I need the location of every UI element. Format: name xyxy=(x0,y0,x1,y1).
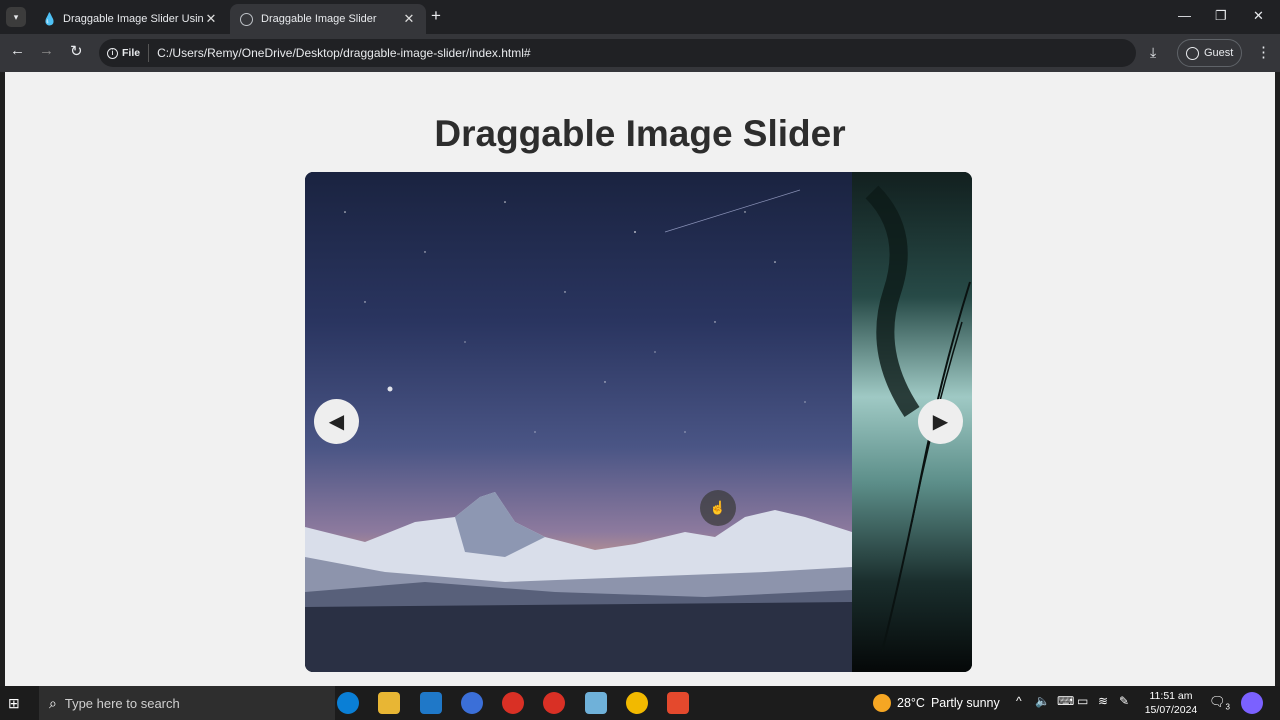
mountain-image xyxy=(305,189,852,672)
clock[interactable]: 11:51 am 15/07/2024 xyxy=(1140,689,1202,717)
vscode-icon[interactable] xyxy=(420,692,442,714)
prev-slide-button[interactable]: ◀ xyxy=(314,399,359,444)
tab-strip: ▾ 💧 Draggable Image Slider Using I ✕ Dra… xyxy=(0,0,1280,34)
battery-icon[interactable]: ▭ xyxy=(1077,694,1088,708)
pen-icon[interactable]: ✎ xyxy=(1119,694,1129,708)
windows-start-icon[interactable]: ⊞ xyxy=(8,695,20,712)
weather-temp: 28°C xyxy=(897,696,925,710)
close-window-icon[interactable]: ✕ xyxy=(1253,8,1264,24)
site-info-label: File xyxy=(122,47,141,59)
chrome-icon[interactable] xyxy=(543,692,565,714)
keyboard-icon[interactable]: ⌨ xyxy=(1057,694,1074,708)
time: 11:51 am xyxy=(1149,690,1193,702)
edge-icon[interactable] xyxy=(337,692,359,714)
download-icon[interactable]: ⤓ xyxy=(1150,44,1156,61)
copilot-icon[interactable] xyxy=(1241,692,1263,714)
back-icon[interactable]: ← xyxy=(10,42,25,59)
browser-toolbar: ← → ↻ i File C:/Users/Remy/OneDrive/Desk… xyxy=(0,34,1280,72)
notification-count: 3 xyxy=(1225,702,1230,712)
close-tab-icon[interactable]: ✕ xyxy=(204,11,218,27)
url-text[interactable]: C:/Users/Remy/OneDrive/Desktop/draggable… xyxy=(157,46,530,60)
weather-widget[interactable]: 28°C Partly sunny xyxy=(873,694,1000,712)
search-placeholder: Type here to search xyxy=(64,695,180,711)
restore-icon[interactable]: ❐ xyxy=(1215,8,1227,24)
menu-icon[interactable]: ⋮ xyxy=(1256,43,1271,61)
tab-title: Draggable Image Slider xyxy=(261,13,377,25)
globe-icon xyxy=(240,12,253,26)
tab-2[interactable]: Draggable Image Slider ✕ xyxy=(230,4,426,34)
minimize-icon[interactable]: — xyxy=(1178,8,1191,23)
address-bar[interactable]: i File C:/Users/Remy/OneDrive/Desktop/dr… xyxy=(99,39,1136,67)
app-icon[interactable] xyxy=(585,692,607,714)
wifi-icon[interactable]: ≋ xyxy=(1098,694,1108,708)
forward-icon[interactable]: → xyxy=(39,42,54,59)
slide-mountains[interactable] xyxy=(305,172,852,672)
info-icon: i xyxy=(107,47,118,59)
chevron-right-icon: ▶ xyxy=(932,411,949,433)
chevron-left-icon: ◀ xyxy=(328,411,345,433)
tab-search-button[interactable]: ▾ xyxy=(6,7,26,27)
drag-cursor-icon: ☝ xyxy=(700,490,736,526)
close-tab-icon[interactable]: ✕ xyxy=(402,11,416,27)
avatar-icon xyxy=(1186,46,1199,60)
taskbar-search[interactable]: ⌕ Type here to search xyxy=(39,686,335,720)
speaker-icon[interactable]: 🔈 xyxy=(1035,694,1050,708)
date: 15/07/2024 xyxy=(1144,704,1198,716)
partly-sunny-icon xyxy=(873,694,891,712)
site-info-chip[interactable]: i File xyxy=(107,44,150,62)
taskbar: ⊞ ⌕ Type here to search 28°C Partly sunn… xyxy=(0,686,1280,720)
app-icon[interactable] xyxy=(461,692,483,714)
search-icon: ⌕ xyxy=(49,694,57,711)
profile-label: Guest xyxy=(1204,47,1234,59)
drop-icon: 💧 xyxy=(42,11,57,26)
page-content: Draggable Image Slider ◀ ▶ ☝ xyxy=(5,72,1275,686)
next-slide-button[interactable]: ▶ xyxy=(918,399,963,444)
chrome-icon[interactable] xyxy=(626,692,648,714)
chevron-up-icon[interactable]: ^ xyxy=(1016,694,1022,708)
page-title: Draggable Image Slider xyxy=(434,113,846,154)
file-explorer-icon[interactable] xyxy=(378,692,400,714)
tab-title: Draggable Image Slider Using I xyxy=(63,13,204,25)
reload-icon[interactable]: ↻ xyxy=(70,42,83,60)
weather-text: Partly sunny xyxy=(930,696,1000,710)
new-tab-button[interactable]: + xyxy=(431,6,441,26)
chrome-icon[interactable] xyxy=(502,692,524,714)
profile-button[interactable]: Guest xyxy=(1177,39,1242,67)
image-slider[interactable]: ◀ ▶ ☝ xyxy=(305,172,972,672)
app-icon[interactable] xyxy=(667,692,689,714)
tab-1[interactable]: 💧 Draggable Image Slider Using I ✕ xyxy=(32,4,228,34)
notification-icon[interactable]: 🗨3 xyxy=(1209,694,1230,712)
